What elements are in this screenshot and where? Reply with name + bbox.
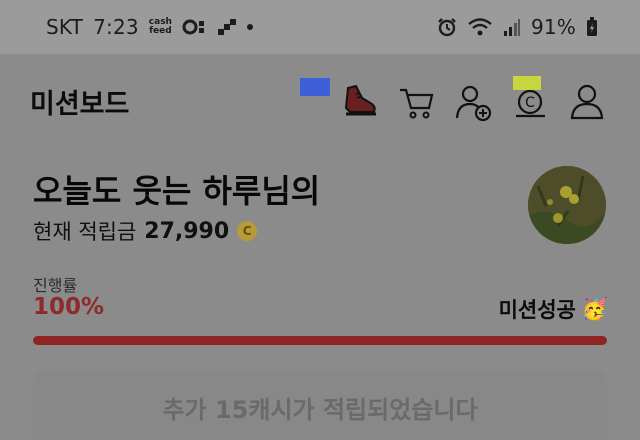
add-friend-icon[interactable] <box>454 82 494 122</box>
battery-percent: 91% <box>530 15 576 39</box>
reward-message: 추가 15캐시가 적립되었습니다 <box>162 396 478 424</box>
profile-icon[interactable] <box>567 82 607 122</box>
progress-bar <box>33 336 607 345</box>
progress-value: 100% <box>33 294 105 320</box>
cart-icon[interactable] <box>397 82 437 122</box>
progress-label: 진행률 <box>33 276 78 295</box>
status-right: 91% <box>437 15 598 39</box>
svg-text:C: C <box>525 95 535 111</box>
app-header: 미션보드 C <box>0 54 640 144</box>
progress-bar-fill <box>33 336 607 345</box>
coin-icon[interactable]: C <box>511 82 551 122</box>
signal-icon <box>503 18 521 36</box>
mission-board-screen: 미션보드 C 오늘도 웃는 하루님의 현재 적립금 27,990 C 진행률 1… <box>0 54 640 440</box>
reward-banner[interactable]: 추가 15캐시가 적립되었습니다 <box>33 370 607 440</box>
avatar[interactable] <box>528 166 606 244</box>
balance-value: 27,990 <box>144 218 230 244</box>
page-title: 미션보드 <box>30 89 130 120</box>
dot-icon <box>246 23 254 31</box>
user-greeting: 오늘도 웃는 하루님의 <box>33 172 321 210</box>
coin-badge-icon: C <box>237 221 258 241</box>
status-left: SKT 7:23 cash feed <box>46 15 254 39</box>
stairs-notification-icon <box>217 19 236 35</box>
alarm-icon <box>437 17 457 37</box>
party-emoji-icon: 🥳 <box>581 296 608 321</box>
battery-charging-icon <box>586 17 598 37</box>
shoe-icon[interactable] <box>340 82 380 122</box>
balance-row: 현재 적립금 27,990 C <box>33 216 258 246</box>
carrier-label: SKT <box>46 15 84 39</box>
cashfeed-line2: feed <box>149 26 172 36</box>
mission-status-label: 미션성공 <box>498 298 576 322</box>
mission-status: 미션성공 🥳 <box>499 294 608 324</box>
status-bar: SKT 7:23 cash feed 91% <box>0 0 640 54</box>
redacted-badge-blue <box>300 78 330 96</box>
circle-notification-icon <box>182 18 208 36</box>
cashfeed-notification-icon: cash feed <box>149 18 172 36</box>
balance-label: 현재 적립금 <box>33 220 137 244</box>
wifi-icon <box>467 17 493 37</box>
clock: 7:23 <box>93 15 139 39</box>
